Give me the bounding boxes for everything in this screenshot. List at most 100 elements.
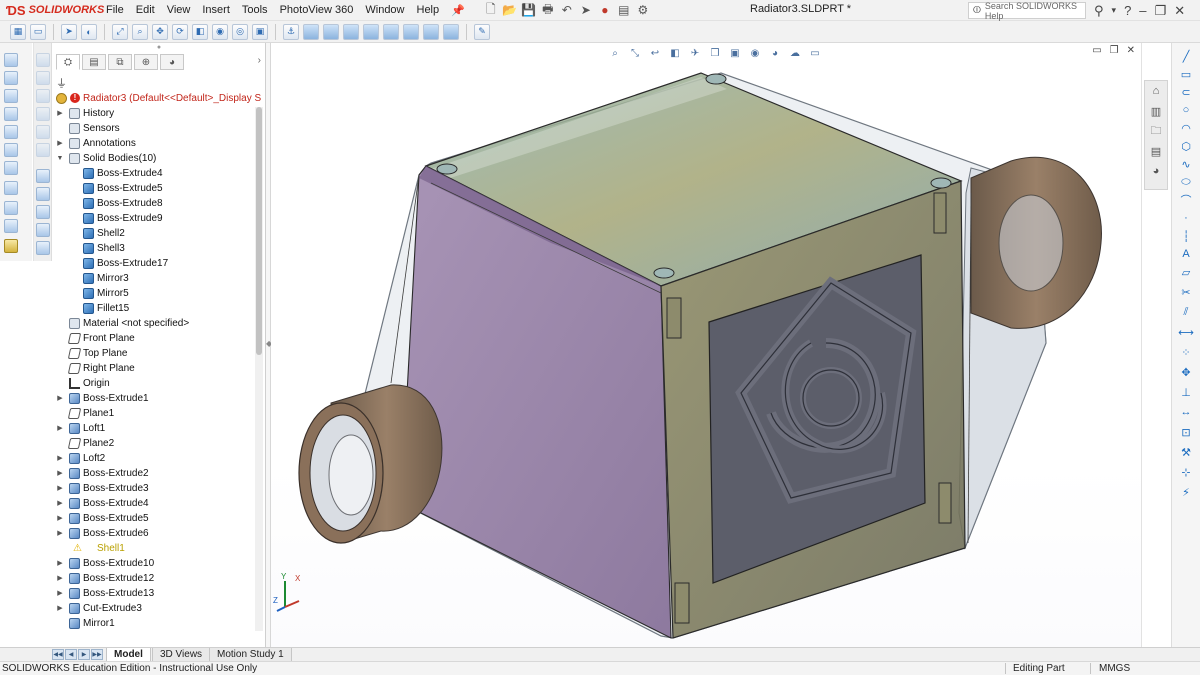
left-secondary-tool-icon[interactable] bbox=[36, 125, 50, 139]
panel-grip-icon[interactable]: ● bbox=[52, 44, 266, 51]
tree-item[interactable]: Right Plane bbox=[52, 361, 252, 376]
left-secondary-tool-icon[interactable] bbox=[36, 143, 50, 157]
left-tool-sweep-icon[interactable] bbox=[4, 89, 18, 103]
close-icon[interactable]: ✕ bbox=[1174, 3, 1185, 19]
tree-item[interactable]: ▶ Boss-Extrude5 bbox=[52, 511, 252, 526]
tree-item[interactable]: Front Plane bbox=[52, 331, 252, 346]
prev-tab-icon[interactable]: ◀ bbox=[65, 649, 77, 660]
tree-item[interactable]: Shell3 bbox=[52, 241, 252, 256]
ellipse-tool-icon[interactable]: ⬭ bbox=[1178, 175, 1194, 189]
tree-item[interactable]: ▶ Boss-Extrude2 bbox=[52, 466, 252, 481]
toolbar-measure-icon[interactable]: ✎ bbox=[474, 23, 490, 40]
radiator-3d-model[interactable] bbox=[271, 43, 1141, 647]
left-tool-shell-icon[interactable] bbox=[4, 143, 18, 157]
tree-item[interactable]: Fillet15 bbox=[52, 301, 252, 316]
tab-3d-views[interactable]: 3D Views bbox=[152, 648, 211, 662]
toolbar-anchor-icon[interactable]: ⚓ bbox=[283, 23, 299, 40]
relations-icon[interactable]: ⊥ bbox=[1178, 385, 1194, 399]
toolbar-pan-icon[interactable]: ✥ bbox=[152, 23, 168, 40]
chevron-right-icon[interactable]: ▶ bbox=[56, 451, 64, 466]
point-tool-icon[interactable]: · bbox=[1178, 211, 1194, 225]
tree-item[interactable]: Mirror5 bbox=[52, 286, 252, 301]
toolbar-zoom-area-icon[interactable]: ⌕ bbox=[132, 23, 148, 40]
left-tool-revolve-icon[interactable] bbox=[4, 71, 18, 85]
left-secondary-tool-icon[interactable] bbox=[36, 169, 50, 183]
toolbar-zoom-fit-icon[interactable]: ⤢ bbox=[112, 23, 128, 40]
options-gear-icon[interactable]: ⚙ bbox=[635, 2, 651, 18]
print-icon[interactable]: 🖶 bbox=[540, 2, 556, 18]
filter-icon[interactable]: ⏚ bbox=[56, 75, 67, 91]
tree-root[interactable]: ! Radiator3 (Default<<Default>_Display S bbox=[52, 91, 261, 106]
file-properties-icon[interactable]: ▤ bbox=[616, 2, 632, 18]
toolbar-view-normal-icon[interactable] bbox=[443, 23, 459, 40]
tree-item[interactable]: ▶ Cut-Extrude3 bbox=[52, 601, 252, 616]
tree-item[interactable]: Plane2 bbox=[52, 436, 252, 451]
move-entities-icon[interactable]: ✥ bbox=[1178, 365, 1194, 379]
menu-edit[interactable]: Edit bbox=[130, 0, 161, 21]
quick-snaps-icon[interactable]: ⊹ bbox=[1178, 465, 1194, 479]
select-icon[interactable]: ➤ bbox=[578, 2, 594, 18]
toolbar-rotate-icon[interactable]: ⟳ bbox=[172, 23, 188, 40]
menu-window[interactable]: Window bbox=[359, 0, 410, 21]
toolbar-view-right-icon[interactable] bbox=[363, 23, 379, 40]
circle-tool-icon[interactable]: ○ bbox=[1178, 103, 1194, 117]
undo-icon[interactable]: ↶ bbox=[559, 2, 575, 18]
tab-property-manager-icon[interactable]: ▤ bbox=[82, 54, 106, 70]
tree-item[interactable]: ▶ Boss-Extrude3 bbox=[52, 481, 252, 496]
tree-item[interactable]: Boss-Extrude8 bbox=[52, 196, 252, 211]
tab-feature-tree-icon[interactable]: ⛭ bbox=[56, 54, 80, 70]
left-tool-fillet-icon[interactable] bbox=[4, 125, 18, 139]
rectangle-tool-icon[interactable]: ▭ bbox=[1178, 67, 1194, 81]
toolbar-display-style-icon[interactable]: ◉ bbox=[212, 23, 228, 40]
toolbar-sketch-icon[interactable]: ▭ bbox=[30, 23, 46, 40]
feature-tree-scrollbar[interactable] bbox=[255, 107, 263, 631]
tree-item[interactable]: ▶ Loft2 bbox=[52, 451, 252, 466]
text-tool-icon[interactable]: A bbox=[1178, 247, 1194, 261]
toolbar-appearance-icon[interactable]: ◐ bbox=[81, 23, 97, 40]
toolbar-features-icon[interactable]: ▦ bbox=[10, 23, 26, 40]
mirror-entities-icon[interactable]: ⟷ bbox=[1178, 325, 1194, 339]
menu-view[interactable]: View bbox=[161, 0, 197, 21]
rapid-sketch-icon[interactable]: ⚡ bbox=[1178, 485, 1194, 499]
left-tool-instant3d-icon[interactable] bbox=[4, 239, 18, 253]
tree-item[interactable]: Boss-Extrude17 bbox=[52, 256, 252, 271]
chevron-right-icon[interactable]: ▶ bbox=[56, 511, 64, 526]
fillet-sketch-icon[interactable]: ⌒ bbox=[1178, 193, 1194, 207]
3d-content-icon[interactable]: ▥ bbox=[1148, 103, 1164, 119]
construction-icon[interactable]: ⊡ bbox=[1178, 425, 1194, 439]
tree-item[interactable]: ▶ History bbox=[52, 106, 252, 121]
tree-item[interactable]: ▶ Boss-Extrude4 bbox=[52, 496, 252, 511]
toolbar-hide-show-icon[interactable]: ◎ bbox=[232, 23, 248, 40]
chevron-right-icon[interactable]: ▶ bbox=[56, 466, 64, 481]
polygon-tool-icon[interactable]: ⬡ bbox=[1178, 139, 1194, 153]
next-tab-icon[interactable]: ▶ bbox=[78, 649, 90, 660]
solidworks-logo[interactable]: ƊS SOLIDWORKS bbox=[0, 0, 104, 21]
help-dropdown-icon[interactable]: ▾ bbox=[1112, 5, 1117, 16]
tree-item[interactable]: ▶ Annotations bbox=[52, 136, 252, 151]
chevron-right-icon[interactable]: ▶ bbox=[56, 421, 64, 436]
tree-item[interactable]: Mirror1 bbox=[52, 616, 252, 631]
menu-help[interactable]: Help bbox=[411, 0, 446, 21]
tree-item[interactable]: Top Plane bbox=[52, 346, 252, 361]
tree-item[interactable]: Plane1 bbox=[52, 406, 252, 421]
left-secondary-tool-icon[interactable] bbox=[36, 107, 50, 121]
toolbar-view-front-icon[interactable] bbox=[303, 23, 319, 40]
left-tool-extrude-icon[interactable] bbox=[4, 53, 18, 67]
chevron-right-icon[interactable]: ▶ bbox=[56, 571, 64, 586]
units-status[interactable]: MMGS bbox=[1099, 662, 1130, 675]
tree-item[interactable]: Boss-Extrude4 bbox=[52, 166, 252, 181]
left-secondary-tool-icon[interactable] bbox=[36, 205, 50, 219]
menu-file[interactable]: File bbox=[100, 0, 130, 21]
toolbar-select-icon[interactable]: ➤ bbox=[61, 23, 77, 40]
tree-item[interactable]: ▶ Loft1 bbox=[52, 421, 252, 436]
menu-insert[interactable]: Insert bbox=[196, 0, 236, 21]
repair-sketch-icon[interactable]: ⚒ bbox=[1178, 445, 1194, 459]
line-tool-icon[interactable]: ╱ bbox=[1178, 49, 1194, 63]
rebuild-icon[interactable]: ● bbox=[597, 2, 613, 18]
chevron-right-icon[interactable]: ▶ bbox=[56, 526, 64, 541]
tree-item[interactable]: Boss-Extrude9 bbox=[52, 211, 252, 226]
file-explorer-icon[interactable]: ▤ bbox=[1148, 143, 1164, 159]
design-library-icon[interactable]: 🗀 bbox=[1148, 123, 1164, 139]
appearances-icon[interactable]: ◕ bbox=[1148, 163, 1164, 179]
spline-tool-icon[interactable]: ∿ bbox=[1178, 157, 1194, 171]
